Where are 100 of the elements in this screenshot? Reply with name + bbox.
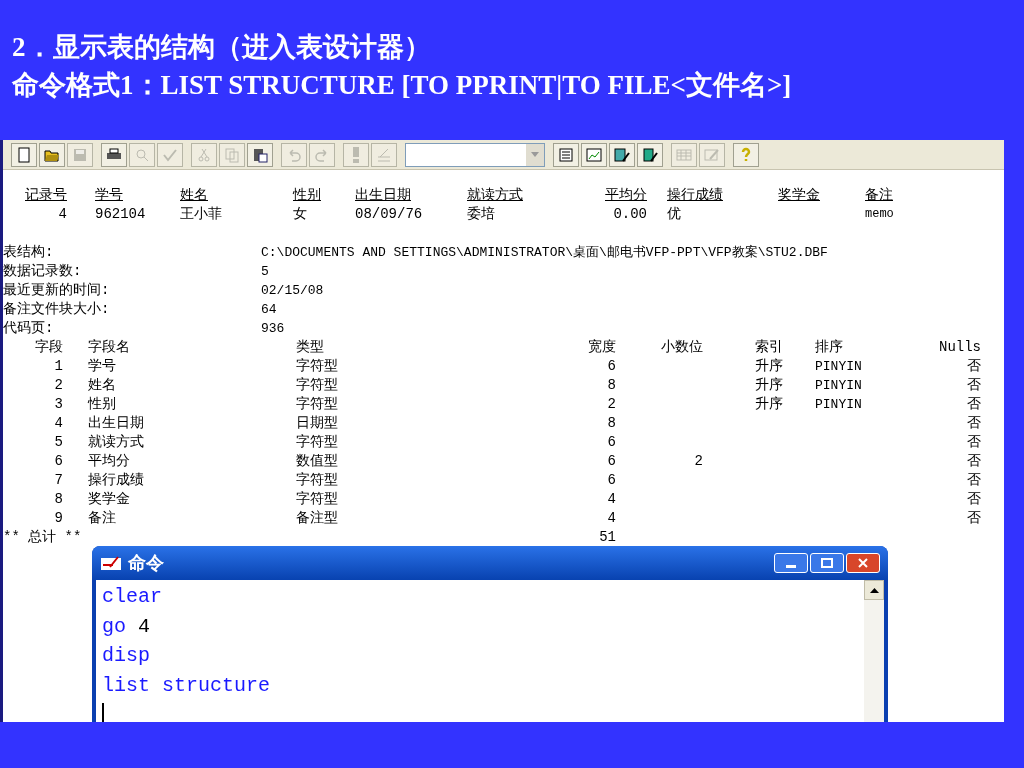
toolbar-button[interactable]	[247, 142, 273, 167]
field-number: 6	[54, 453, 63, 469]
field-number: 5	[54, 434, 63, 450]
field-name: 操行成绩	[88, 472, 144, 488]
pencil-grid-icon	[704, 146, 720, 163]
window-icon	[100, 555, 122, 571]
field-nulls: 否	[967, 358, 981, 374]
form-list-icon	[558, 146, 574, 163]
field-width: 6	[607, 434, 616, 450]
minimize-icon	[786, 565, 796, 568]
column-heading: 类型	[296, 339, 324, 355]
field-number: 3	[54, 396, 63, 412]
field-number: 9	[54, 510, 63, 526]
field-width: 8	[607, 377, 616, 393]
column-heading: 平均分	[605, 186, 647, 205]
column-heading: 小数位	[661, 339, 703, 355]
column-heading: Nulls	[939, 339, 981, 355]
field-name: 就读方式	[88, 434, 144, 450]
record-value: memo	[865, 206, 894, 223]
field-index: 升序	[755, 377, 783, 393]
field-name: 学号	[88, 358, 116, 374]
record-value: 4	[58, 205, 67, 224]
command-line: go 4	[102, 613, 152, 640]
field-name: 性别	[88, 396, 116, 412]
dropdown-field[interactable]	[405, 142, 545, 167]
info-label: 备注文件块大小:	[3, 300, 111, 319]
column-heading: 备注	[865, 186, 893, 205]
total-width: 51	[598, 528, 616, 547]
toolbar-button[interactable]	[609, 142, 635, 167]
dropdown-arrow-icon	[531, 152, 539, 157]
info-value: 02/15/08	[261, 282, 324, 300]
record-value: 962104	[95, 205, 146, 224]
slide-title: 命令格式1：LIST STRUCTURE [TO PPRINT|TO FILE<文件名>]	[12, 69, 793, 102]
notebook-pencil-icon	[642, 146, 658, 163]
scissors-icon	[196, 146, 212, 163]
slide-title: 2．显示表的结构（进入表设计器）	[12, 31, 432, 64]
info-label: 代码页:	[3, 319, 55, 338]
scrollbar[interactable]	[864, 580, 884, 722]
field-nulls: 否	[967, 434, 981, 450]
field-name: 出生日期	[88, 415, 144, 431]
ruler-pencil-icon	[376, 146, 392, 163]
column-heading: 就读方式	[467, 186, 523, 205]
info-label: 表结构:	[3, 243, 55, 262]
field-index: 升序	[755, 358, 783, 374]
chart-window-icon	[586, 146, 602, 163]
field-width: 4	[607, 510, 616, 526]
field-type: 字符型	[296, 434, 338, 450]
field-collation: PINYIN	[815, 397, 862, 412]
scroll-up-icon	[869, 587, 879, 593]
info-value: C:\DOCUMENTS AND SETTINGS\ADMINISTRATOR\桌面\邮电书VFP-PPT\VFP教案\STU2.DBF	[261, 244, 828, 262]
column-heading: 姓名	[180, 186, 208, 205]
field-number: 8	[54, 491, 63, 507]
clipboard-icon	[252, 146, 268, 163]
field-type: 字符型	[296, 472, 338, 488]
record-value: 08/09/76	[355, 205, 423, 224]
field-width: 6	[607, 358, 616, 374]
column-heading: 出生日期	[355, 186, 411, 205]
field-nulls: 否	[967, 396, 981, 412]
field-type: 字符型	[296, 377, 338, 393]
column-heading: 操行成绩	[667, 186, 723, 205]
field-width: 8	[607, 415, 616, 431]
field-name: 姓名	[88, 377, 116, 393]
redo-icon	[314, 146, 330, 163]
close-icon	[858, 558, 868, 568]
field-nulls: 否	[967, 472, 981, 488]
field-name: 备注	[88, 510, 116, 526]
field-nulls: 否	[967, 510, 981, 526]
record-value: 优	[667, 205, 681, 224]
record-value: 0.00	[613, 205, 647, 224]
field-number: 2	[54, 377, 63, 393]
info-value: 936	[261, 320, 285, 338]
record-value: 女	[293, 205, 307, 224]
field-nulls: 否	[967, 377, 981, 393]
magnifier-icon	[134, 146, 150, 163]
field-width: 4	[607, 491, 616, 507]
command-line: clear	[102, 584, 163, 610]
info-value: 5	[261, 263, 269, 281]
table-pencil-icon	[614, 146, 630, 163]
column-heading: 记录号	[25, 186, 67, 205]
save-icon	[72, 146, 88, 163]
field-decimals: 2	[694, 453, 703, 469]
column-heading: 字段	[35, 339, 63, 355]
field-width: 6	[607, 453, 616, 469]
new-file-icon	[16, 146, 32, 163]
field-index: 升序	[755, 396, 783, 412]
total-label: ** 总计 **	[3, 528, 83, 547]
toolbar-button[interactable]	[637, 142, 663, 167]
minimize-button[interactable]	[774, 553, 808, 573]
field-type: 数值型	[296, 453, 338, 469]
column-heading: 字段名	[88, 339, 130, 355]
command-line: list structure	[102, 672, 272, 699]
copy-icon	[224, 146, 240, 163]
text-cursor	[102, 703, 104, 722]
close-button[interactable]	[846, 553, 880, 573]
toolbar-button[interactable]	[101, 142, 127, 167]
field-name: 奖学金	[88, 491, 130, 507]
maximize-button[interactable]	[810, 553, 844, 573]
grid-icon	[676, 146, 692, 163]
undo-icon	[286, 146, 302, 163]
column-heading: 排序	[815, 339, 843, 355]
